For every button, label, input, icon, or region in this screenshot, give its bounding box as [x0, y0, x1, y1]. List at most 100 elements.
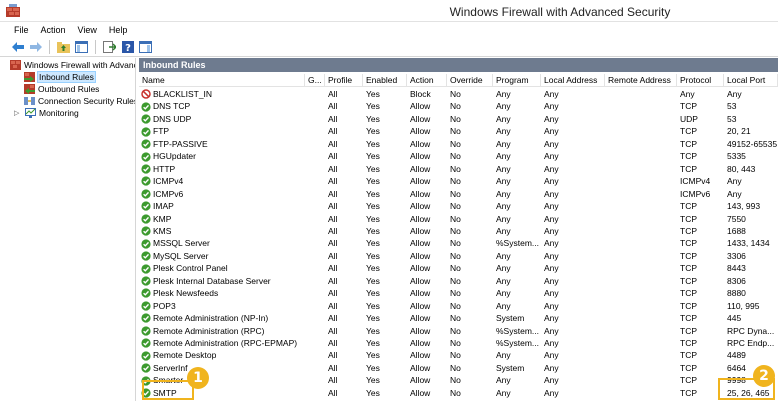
rule-override-cell: No	[450, 250, 461, 261]
show-hide-action-pane-button[interactable]	[138, 39, 153, 54]
rule-port-cell: 49152-65535	[727, 138, 778, 149]
column-header-enabled[interactable]: Enabled	[363, 74, 407, 87]
column-header-override[interactable]: Override	[447, 74, 493, 87]
table-row[interactable]: Remote Administration (RPC-EPMAP) All Yes A…	[139, 337, 778, 350]
rule-program-cell: System	[496, 362, 525, 373]
menu-view[interactable]: View	[78, 25, 97, 35]
rule-port-cell: 80, 443	[727, 163, 756, 174]
rule-override-cell: No	[450, 313, 461, 324]
rule-remote-cell	[605, 213, 677, 226]
table-row[interactable]: DNS UDP All Yes Allow No Any Any UDP 53	[139, 113, 778, 126]
table-row[interactable]: KMP All Yes Allow No Any Any TCP 7550	[139, 213, 778, 226]
toolbar: ?	[0, 37, 778, 57]
table-row[interactable]: Plesk Internal Database Server All Yes Allo…	[139, 275, 778, 288]
table-row[interactable]: BLACKLIST_IN All Yes Block No Any Any Any Any	[139, 88, 778, 101]
export-list-button[interactable]	[102, 39, 117, 54]
menu-help[interactable]: Help	[109, 25, 128, 35]
rule-enabled-cell: Yes	[366, 89, 380, 99]
rule-local-cell: Any	[544, 263, 559, 274]
table-row[interactable]: FTP-PASSIVE All Yes Allow No Any Any TCP 49152-6…	[139, 138, 778, 151]
up-folder-button[interactable]	[56, 39, 71, 54]
table-row[interactable]: Remote Desktop All Yes Allow No Any Any TCP 4489	[139, 349, 778, 362]
column-header-protocol[interactable]: Protocol	[677, 74, 724, 87]
rule-enabled-cell: Yes	[366, 325, 380, 336]
menu-file[interactable]: File	[14, 25, 29, 35]
rule-remote-cell	[605, 312, 677, 325]
table-row[interactable]: MySQL Server All Yes Allow No Any Any TCP 3306	[139, 250, 778, 263]
rule-enabled-cell: Yes	[366, 176, 380, 187]
table-row[interactable]: POP3 All Yes Allow No Any Any TCP 110, 995	[139, 300, 778, 313]
rule-remote-cell	[605, 200, 677, 213]
tree-root[interactable]: Windows Firewall with Advance	[10, 59, 135, 71]
table-row[interactable]: Smarter All Yes Allow No Any Any TCP 9998	[139, 374, 778, 387]
rule-action-cell: Allow	[410, 201, 431, 212]
column-header-name[interactable]: Name	[139, 74, 305, 87]
table-row[interactable]: KMS All Yes Allow No Any Any TCP 1688	[139, 225, 778, 238]
rule-profile-cell: All	[328, 213, 338, 224]
rule-port-cell: 3306	[727, 250, 746, 261]
table-row[interactable]: ICMPv4 All Yes Allow No Any Any ICMPv4 Any	[139, 175, 778, 188]
rule-action-cell: Allow	[410, 288, 431, 299]
column-header-remote-address[interactable]: Remote Address	[605, 74, 677, 87]
callout-badge-1: 1	[187, 367, 209, 389]
column-header-local-port[interactable]: Local Port	[724, 74, 778, 87]
rule-program-cell: %System...	[496, 338, 539, 348]
column-header-group[interactable]: G...	[305, 74, 325, 87]
rule-program-cell: Any	[496, 350, 511, 361]
rule-enabled-cell: Yes	[366, 188, 380, 199]
menu-action[interactable]: Action	[41, 25, 66, 35]
tree-item-connection-security-rules[interactable]: Connection Security Rules	[24, 95, 135, 107]
rule-port-cell: 8443	[727, 263, 746, 274]
column-header-program[interactable]: Program	[493, 74, 541, 87]
rule-profile-cell: All	[328, 101, 338, 112]
table-row[interactable]: FTP All Yes Allow No Any Any TCP 20, 21	[139, 125, 778, 138]
rule-override-cell: No	[450, 113, 461, 124]
table-row[interactable]: HGUpdater All Yes Allow No Any Any TCP 5335	[139, 150, 778, 163]
table-row[interactable]: DNS TCP All Yes Allow No Any Any TCP 53	[139, 100, 778, 113]
help-button[interactable]: ?	[120, 39, 135, 54]
tree-item-inbound-rules[interactable]: Inbound Rules	[24, 71, 96, 83]
rule-action-cell: Allow	[410, 375, 431, 386]
rule-name: Plesk Control Panel	[153, 263, 228, 274]
rule-program-cell: Any	[496, 101, 511, 112]
tree-item-monitoring[interactable]: ▷ Monitoring	[14, 107, 79, 119]
column-header-action[interactable]: Action	[407, 74, 447, 87]
rule-port-cell: 445	[727, 313, 742, 324]
rule-name: ServerInf	[153, 362, 188, 373]
rule-protocol-cell: TCP	[680, 387, 697, 398]
table-row[interactable]: MSSQL Server All Yes Allow No %System... Any TC…	[139, 237, 778, 250]
rule-profile-cell: All	[328, 350, 338, 361]
rule-name-cell: DNS UDP	[139, 113, 305, 126]
rule-port-cell: 143, 993	[727, 201, 761, 212]
rule-program-cell: Any	[496, 387, 511, 398]
rule-local-cell: Any	[544, 238, 559, 249]
table-row[interactable]: SMTP All Yes Allow No Any Any TCP 25, 26, 465	[139, 387, 778, 400]
rule-enabled-cell: Yes	[366, 151, 380, 162]
table-row[interactable]: Plesk Newsfeeds All Yes Allow No Any Any TCP 888…	[139, 287, 778, 300]
table-row[interactable]: ICMPv6 All Yes Allow No Any Any ICMPv6 Any	[139, 188, 778, 201]
table-row[interactable]: Remote Administration (RPC) All Yes Allow No…	[139, 325, 778, 338]
tree-item-outbound-rules[interactable]: Outbound Rules	[24, 83, 99, 95]
table-row[interactable]: IMAP All Yes Allow No Any Any TCP 143, 993	[139, 200, 778, 213]
table-row[interactable]: Remote Administration (NP-In) All Yes Allow…	[139, 312, 778, 325]
rule-remote-cell	[605, 225, 677, 238]
table-row[interactable]: Plesk Control Panel All Yes Allow No Any Any TC…	[139, 262, 778, 275]
forward-button[interactable]	[28, 39, 43, 54]
rule-name: HTTP	[153, 163, 176, 174]
rule-local-cell: Any	[544, 176, 559, 187]
rule-protocol-cell: TCP	[680, 126, 697, 137]
expand-chevron-icon[interactable]: ▷	[14, 109, 22, 117]
table-row[interactable]: HTTP All Yes Allow No Any Any TCP 80, 443	[139, 163, 778, 176]
rule-name-cell: FTP	[139, 125, 305, 138]
column-header-local-address[interactable]: Local Address	[541, 74, 605, 87]
rule-protocol-cell: TCP	[680, 362, 697, 373]
allow-icon	[141, 301, 151, 311]
rule-port-cell: Any	[727, 89, 742, 99]
show-hide-tree-button[interactable]	[74, 39, 89, 54]
rule-port-cell: 110, 995	[727, 300, 760, 311]
back-button[interactable]	[10, 39, 25, 54]
table-row[interactable]: ServerInf All Yes Allow No System Any TCP 6464	[139, 362, 778, 375]
rule-action-cell: Allow	[410, 250, 431, 261]
column-header-profile[interactable]: Profile	[325, 74, 363, 87]
rule-remote-cell	[605, 150, 677, 163]
